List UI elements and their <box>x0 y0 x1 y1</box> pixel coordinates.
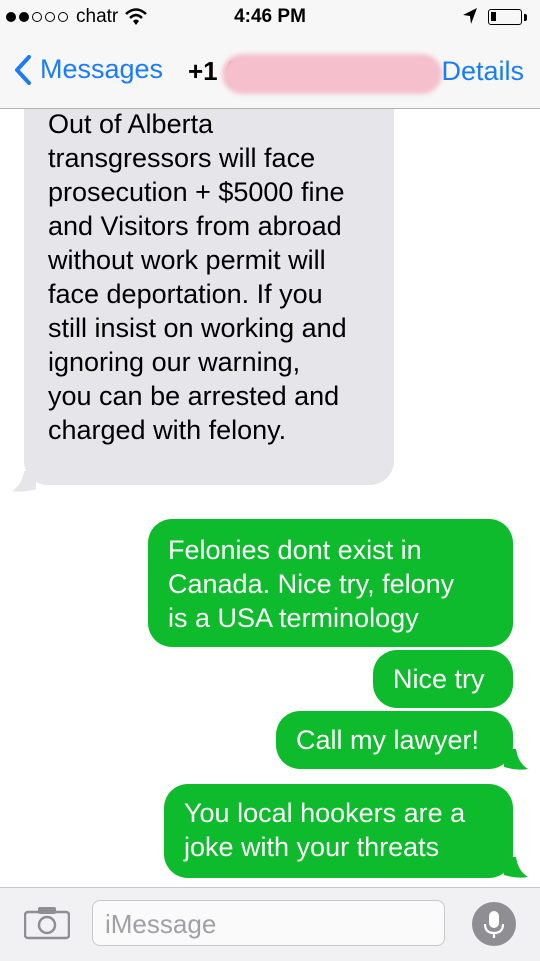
bubble-tail <box>504 749 528 770</box>
camera-icon[interactable] <box>23 906 71 945</box>
message-input[interactable]: iMessage <box>92 900 445 946</box>
status-bar: chatr 4:46 PM <box>0 0 540 36</box>
received-message: ...the Government's laws. Out of Alberta… <box>24 109 394 485</box>
sent-message: Call my lawyer! <box>276 711 513 769</box>
details-button[interactable]: Details <box>441 56 524 87</box>
back-label: Messages <box>40 54 164 84</box>
redaction-mark <box>222 54 442 94</box>
bubble-tail <box>12 471 36 492</box>
chevron-left-icon <box>15 54 31 85</box>
bubble-tail <box>504 857 528 878</box>
sent-message: Felonies dont exist in Canada. Nice try,… <box>148 519 513 647</box>
navigation-bar: Messages +1 ( Details <box>0 36 540 109</box>
battery-icon <box>488 9 522 25</box>
message-thread[interactable]: ...the Government's laws. Out of Alberta… <box>0 109 540 887</box>
back-button[interactable]: Messages <box>14 54 163 85</box>
location-arrow-icon <box>462 7 478 31</box>
battery-tip <box>524 14 527 21</box>
input-bar: iMessage <box>0 887 540 961</box>
sent-message: Nice try <box>373 650 513 708</box>
clock: 4:46 PM <box>234 6 306 27</box>
sent-message: You local hookers are a joke with your t… <box>164 784 513 878</box>
microphone-icon[interactable] <box>472 902 516 946</box>
